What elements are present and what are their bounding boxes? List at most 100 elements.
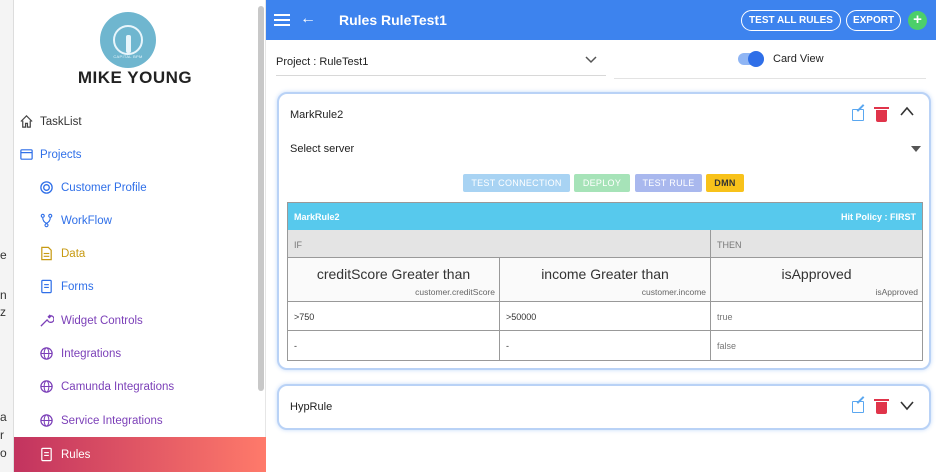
sidebar-item-forms[interactable]: Forms [14, 270, 266, 303]
sidebar-item-label: Forms [61, 280, 94, 293]
sidebar-item-label: Customer Profile [61, 181, 147, 194]
background-text: o [0, 446, 7, 460]
delete-icon[interactable] [874, 399, 889, 414]
input-column-header[interactable]: creditScore Greater than customer.credit… [288, 258, 500, 302]
column-title: income Greater than [541, 266, 669, 282]
delete-icon[interactable] [874, 107, 889, 122]
sidebar-item-label: Integrations [61, 347, 122, 360]
background-text: e [0, 248, 7, 262]
rule-name: MarkRule2 [290, 109, 344, 121]
table-cell[interactable]: true [711, 302, 922, 331]
sidebar-item-workflow[interactable]: WorkFlow [14, 204, 266, 237]
chevron-down-icon[interactable] [584, 52, 598, 70]
column-title: isApproved [781, 266, 852, 282]
rule-card[interactable]: HypRule [277, 384, 931, 430]
caret-down-icon[interactable] [911, 146, 921, 152]
test-all-rules-button[interactable]: TEST ALL RULES [741, 10, 841, 31]
sidebar-item-service-integrations[interactable]: Service Integrations [14, 404, 266, 437]
then-section: THEN [711, 230, 922, 258]
column-expression: customer.income [641, 287, 706, 297]
table-cell[interactable]: - [288, 331, 500, 360]
background-window: e n z a r o [0, 0, 14, 472]
if-section: IF [288, 230, 711, 258]
rule-name: HypRule [290, 401, 333, 413]
sidebar-item-camunda-integrations[interactable]: Camunda Integrations [14, 370, 266, 403]
cell-value: - [294, 341, 297, 351]
input-column-header[interactable]: income Greater than customer.income [500, 258, 711, 302]
sidebar-item-rules[interactable]: Rules [14, 437, 266, 472]
decision-table-header: MarkRule2 Hit Policy : FIRST [288, 203, 922, 230]
edit-icon[interactable] [852, 401, 864, 413]
avatar: CAPITAL BPM [100, 12, 156, 68]
project-select[interactable]: Project : RuleTest1 [276, 48, 606, 76]
bulb-logo-icon [113, 25, 143, 55]
home-icon [18, 114, 34, 130]
sidebar-item-label: Data [61, 247, 86, 260]
workflow-icon [38, 213, 54, 229]
globe-icon [38, 346, 54, 362]
deploy-button[interactable]: DEPLOY [574, 174, 630, 192]
then-label: THEN [717, 240, 742, 250]
decision-table: MarkRule2 Hit Policy : FIRST IF THEN cre… [287, 202, 923, 361]
sidebar-scrollbar[interactable] [256, 0, 266, 472]
user-name: MIKE YOUNG [77, 68, 193, 87]
top-bar: ← Rules RuleTest1 TEST ALL RULES EXPORT … [266, 0, 936, 40]
sidebar-item-projects[interactable]: Projects [14, 138, 266, 171]
divider [614, 78, 926, 79]
export-button[interactable]: EXPORT [846, 10, 901, 31]
cell-value: true [717, 312, 733, 322]
add-rule-button[interactable]: + [908, 11, 927, 30]
test-connection-button[interactable]: TEST CONNECTION [463, 174, 570, 192]
sidebar-item-customer-profile[interactable]: Customer Profile [14, 171, 266, 204]
column-expression: isApproved [875, 287, 918, 297]
hamburger-menu-icon[interactable] [274, 11, 292, 29]
sidebar-item-label: Rules [61, 448, 91, 461]
sidebar-item-label: WorkFlow [61, 214, 112, 227]
scrollbar-thumb[interactable] [258, 6, 264, 391]
sidebar-item-data[interactable]: Data [14, 237, 266, 270]
hit-policy: Hit Policy : FIRST [840, 212, 916, 222]
background-text: a [0, 410, 7, 424]
table-cell[interactable]: >750 [288, 302, 500, 331]
test-rule-button[interactable]: TEST RULE [635, 174, 702, 192]
sidebar-item-label: Camunda Integrations [61, 380, 175, 393]
edit-icon[interactable] [852, 109, 864, 121]
sidebar-item-integrations[interactable]: Integrations [14, 337, 266, 370]
output-column-header[interactable]: isApproved isApproved [711, 258, 922, 302]
decision-table-name: MarkRule2 [294, 212, 340, 222]
cell-value: - [506, 341, 509, 351]
chevron-down-icon[interactable] [899, 398, 915, 414]
background-text: n [0, 288, 7, 302]
rule-card: MarkRule2 Select server TEST CONNECTION … [277, 92, 931, 370]
server-select[interactable]: Select server [290, 143, 354, 155]
globe-icon [38, 413, 54, 429]
sidebar: CAPITAL BPM MIKE YOUNG TaskList Projects… [14, 0, 266, 472]
if-label: IF [294, 240, 302, 250]
background-text: r [0, 428, 4, 442]
card-view-label: Card View [773, 53, 824, 65]
sidebar-item-widget-controls[interactable]: Widget Controls [14, 304, 266, 337]
target-icon [38, 180, 54, 196]
table-cell[interactable]: >50000 [500, 302, 711, 331]
logo-text: CAPITAL BPM [113, 54, 143, 59]
globe-icon [38, 379, 54, 395]
toggle-knob[interactable] [748, 51, 764, 67]
page-title: Rules RuleTest1 [339, 12, 447, 28]
back-arrow-icon[interactable]: ← [300, 10, 316, 28]
sidebar-item-label: TaskList [40, 115, 82, 128]
cell-value: >50000 [506, 312, 537, 322]
file-icon [38, 246, 54, 262]
background-text: z [0, 305, 6, 319]
chevron-up-icon[interactable] [899, 104, 915, 120]
folder-icon [18, 147, 34, 163]
sidebar-item-label: Projects [40, 148, 82, 161]
table-cell[interactable]: - [500, 331, 711, 360]
wrench-icon [38, 313, 54, 329]
column-expression: customer.creditScore [415, 287, 495, 297]
form-icon [38, 279, 54, 295]
project-select-value: Project : RuleTest1 [276, 55, 369, 68]
sidebar-item-tasklist[interactable]: TaskList [14, 105, 266, 138]
dmn-button[interactable]: DMN [706, 174, 744, 192]
table-cell[interactable]: false [711, 331, 922, 360]
form-icon [38, 447, 54, 463]
